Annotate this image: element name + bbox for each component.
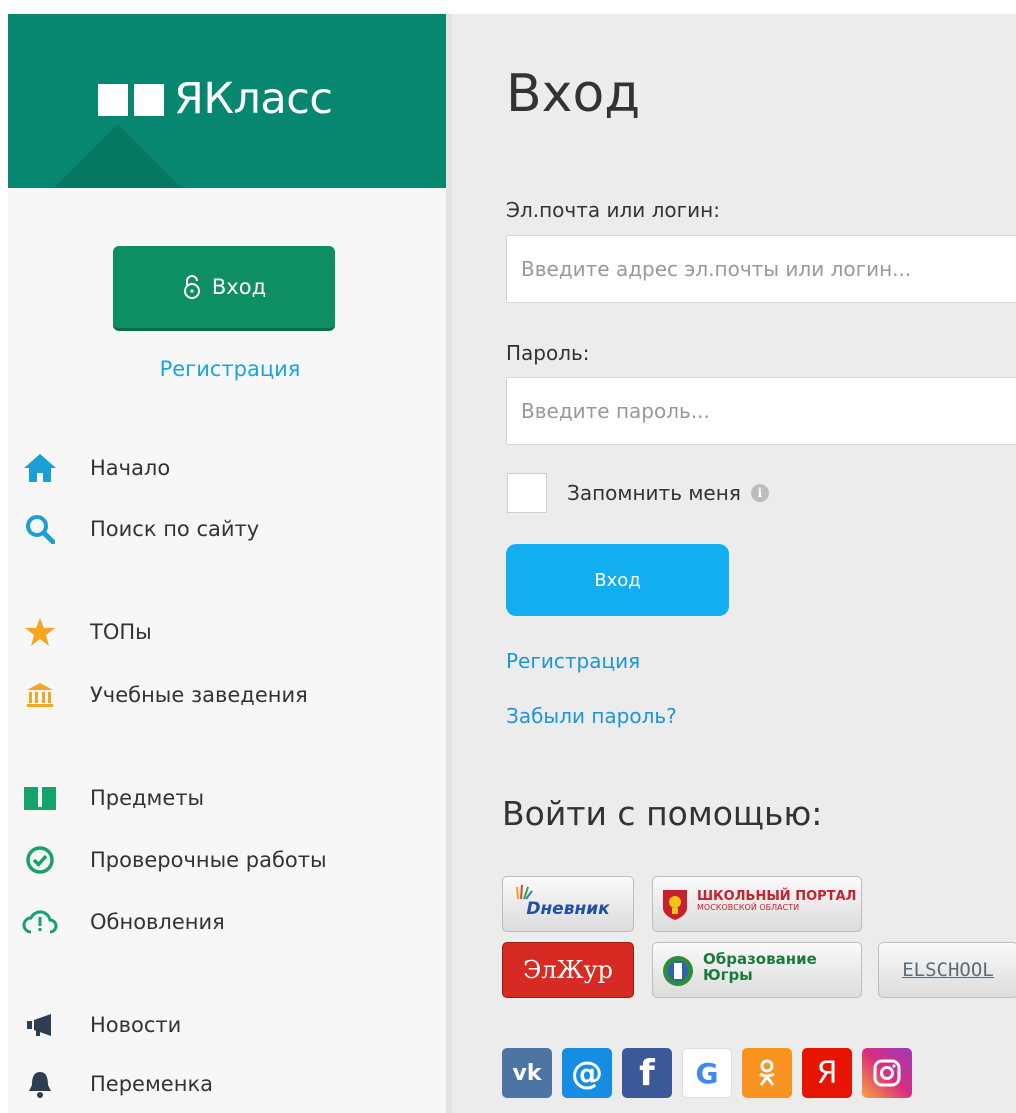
- sidebar-item-label: Начало: [90, 456, 171, 480]
- vk-login-button[interactable]: vk: [502, 1048, 552, 1098]
- yandex-icon: Я: [816, 1055, 838, 1091]
- elzhur-login-button[interactable]: ЭлЖур: [502, 942, 634, 998]
- password-field[interactable]: Введите пароль...: [506, 377, 1016, 445]
- school-portal-logo-text: ШКОЛЬНЫЙ ПОРТАЛ МОСКОВСКОЙ ОБЛАСТИ: [697, 889, 856, 913]
- sidebar-item-label: Новости: [90, 1013, 182, 1037]
- dnevnik-logo-text: Dневник: [526, 899, 610, 919]
- logo[interactable]: ЯКласс: [96, 74, 333, 124]
- google-icon: G: [695, 1056, 719, 1090]
- cloud-update-icon: [20, 902, 60, 942]
- home-icon: [20, 448, 60, 488]
- instagram-login-button[interactable]: [862, 1048, 912, 1098]
- odnoklassniki-login-button[interactable]: [742, 1048, 792, 1098]
- email-label: Эл.почта или логин:: [506, 198, 720, 222]
- social-login-title: Войти с помощью:: [502, 794, 823, 833]
- institution-icon: [20, 675, 60, 715]
- dnevnik-rays-icon: [516, 884, 533, 900]
- yandex-login-button[interactable]: Я: [802, 1048, 852, 1098]
- sidebar-item-label: Поиск по сайту: [90, 517, 260, 541]
- sidebar-item-label: ТОПы: [90, 620, 152, 644]
- ugra-education-login-button[interactable]: Образование Югры: [652, 942, 862, 998]
- sidebar-item-label: Предметы: [90, 786, 205, 810]
- sidebar-item-label: Проверочные работы: [90, 848, 327, 872]
- brand-shadow: [8, 124, 260, 188]
- dnevnik-login-button[interactable]: Dневник: [502, 876, 634, 932]
- elschool-login-button[interactable]: ELSCHOOL: [878, 942, 1016, 998]
- bell-icon: [20, 1064, 60, 1104]
- sidebar: ЯКласс Вход Регистрация Начало Поиск по …: [8, 14, 452, 1113]
- mail-login-button[interactable]: @: [562, 1048, 612, 1098]
- email-field[interactable]: Введите адрес эл.почты или логин...: [506, 235, 1016, 303]
- ugra-line2: Югры: [703, 965, 753, 984]
- sidebar-item-label: Обновления: [90, 910, 225, 934]
- mail-at-icon: @: [571, 1054, 603, 1092]
- password-label: Пароль:: [506, 341, 590, 365]
- facebook-login-button[interactable]: f: [622, 1048, 672, 1098]
- school-portal-login-button[interactable]: ШКОЛЬНЫЙ ПОРТАЛ МОСКОВСКОЙ ОБЛАСТИ: [652, 876, 862, 932]
- instagram-icon: [873, 1059, 901, 1087]
- sidebar-register-link[interactable]: Регистрация: [8, 357, 452, 381]
- elzhur-logo-text: ЭлЖур: [522, 956, 614, 984]
- odnoklassniki-icon: [759, 1059, 775, 1086]
- remember-me-checkbox[interactable]: [507, 473, 547, 513]
- sidebar-login-button[interactable]: Вход: [113, 246, 335, 328]
- google-login-button[interactable]: G: [682, 1048, 732, 1098]
- ugra-logo-text: Образование Югры: [703, 951, 817, 984]
- login-submit-button[interactable]: Вход: [506, 544, 729, 616]
- login-panel: Вход Эл.почта или логин: Введите адрес э…: [452, 14, 1016, 1113]
- forgot-password-link[interactable]: Забыли пароль?: [506, 704, 677, 728]
- brand-name: ЯКласс: [174, 74, 333, 124]
- ugra-emblem-icon: [663, 956, 693, 986]
- moscow-region-emblem-icon: [663, 890, 687, 920]
- page-title: Вход: [506, 64, 641, 124]
- remember-me-row: Запомнить меня i: [507, 472, 769, 514]
- school-portal-line2: МОСКОВСКОЙ ОБЛАСТИ: [697, 903, 800, 913]
- search-icon: [20, 509, 60, 549]
- unlock-icon: [183, 275, 200, 299]
- book-logo-icon: [98, 84, 164, 116]
- vk-icon: vk: [512, 1060, 542, 1086]
- star-icon: [20, 612, 60, 652]
- sidebar-login-label: Вход: [211, 275, 267, 299]
- check-circle-icon: [20, 840, 60, 880]
- facebook-icon: f: [639, 1052, 655, 1094]
- megaphone-icon: [20, 1005, 60, 1045]
- social-login-row: vk @ f G Я: [502, 1048, 922, 1098]
- brand-header[interactable]: ЯКласс: [8, 14, 452, 188]
- sidebar-item-label: Переменка: [90, 1072, 214, 1096]
- book-icon: [20, 778, 60, 818]
- sidebar-item-label: Учебные заведения: [90, 683, 308, 707]
- info-icon[interactable]: i: [750, 484, 769, 502]
- remember-me-label[interactable]: Запомнить меня: [567, 481, 741, 505]
- register-link[interactable]: Регистрация: [506, 649, 640, 673]
- elschool-logo-text: ELSCHOOL: [902, 959, 994, 981]
